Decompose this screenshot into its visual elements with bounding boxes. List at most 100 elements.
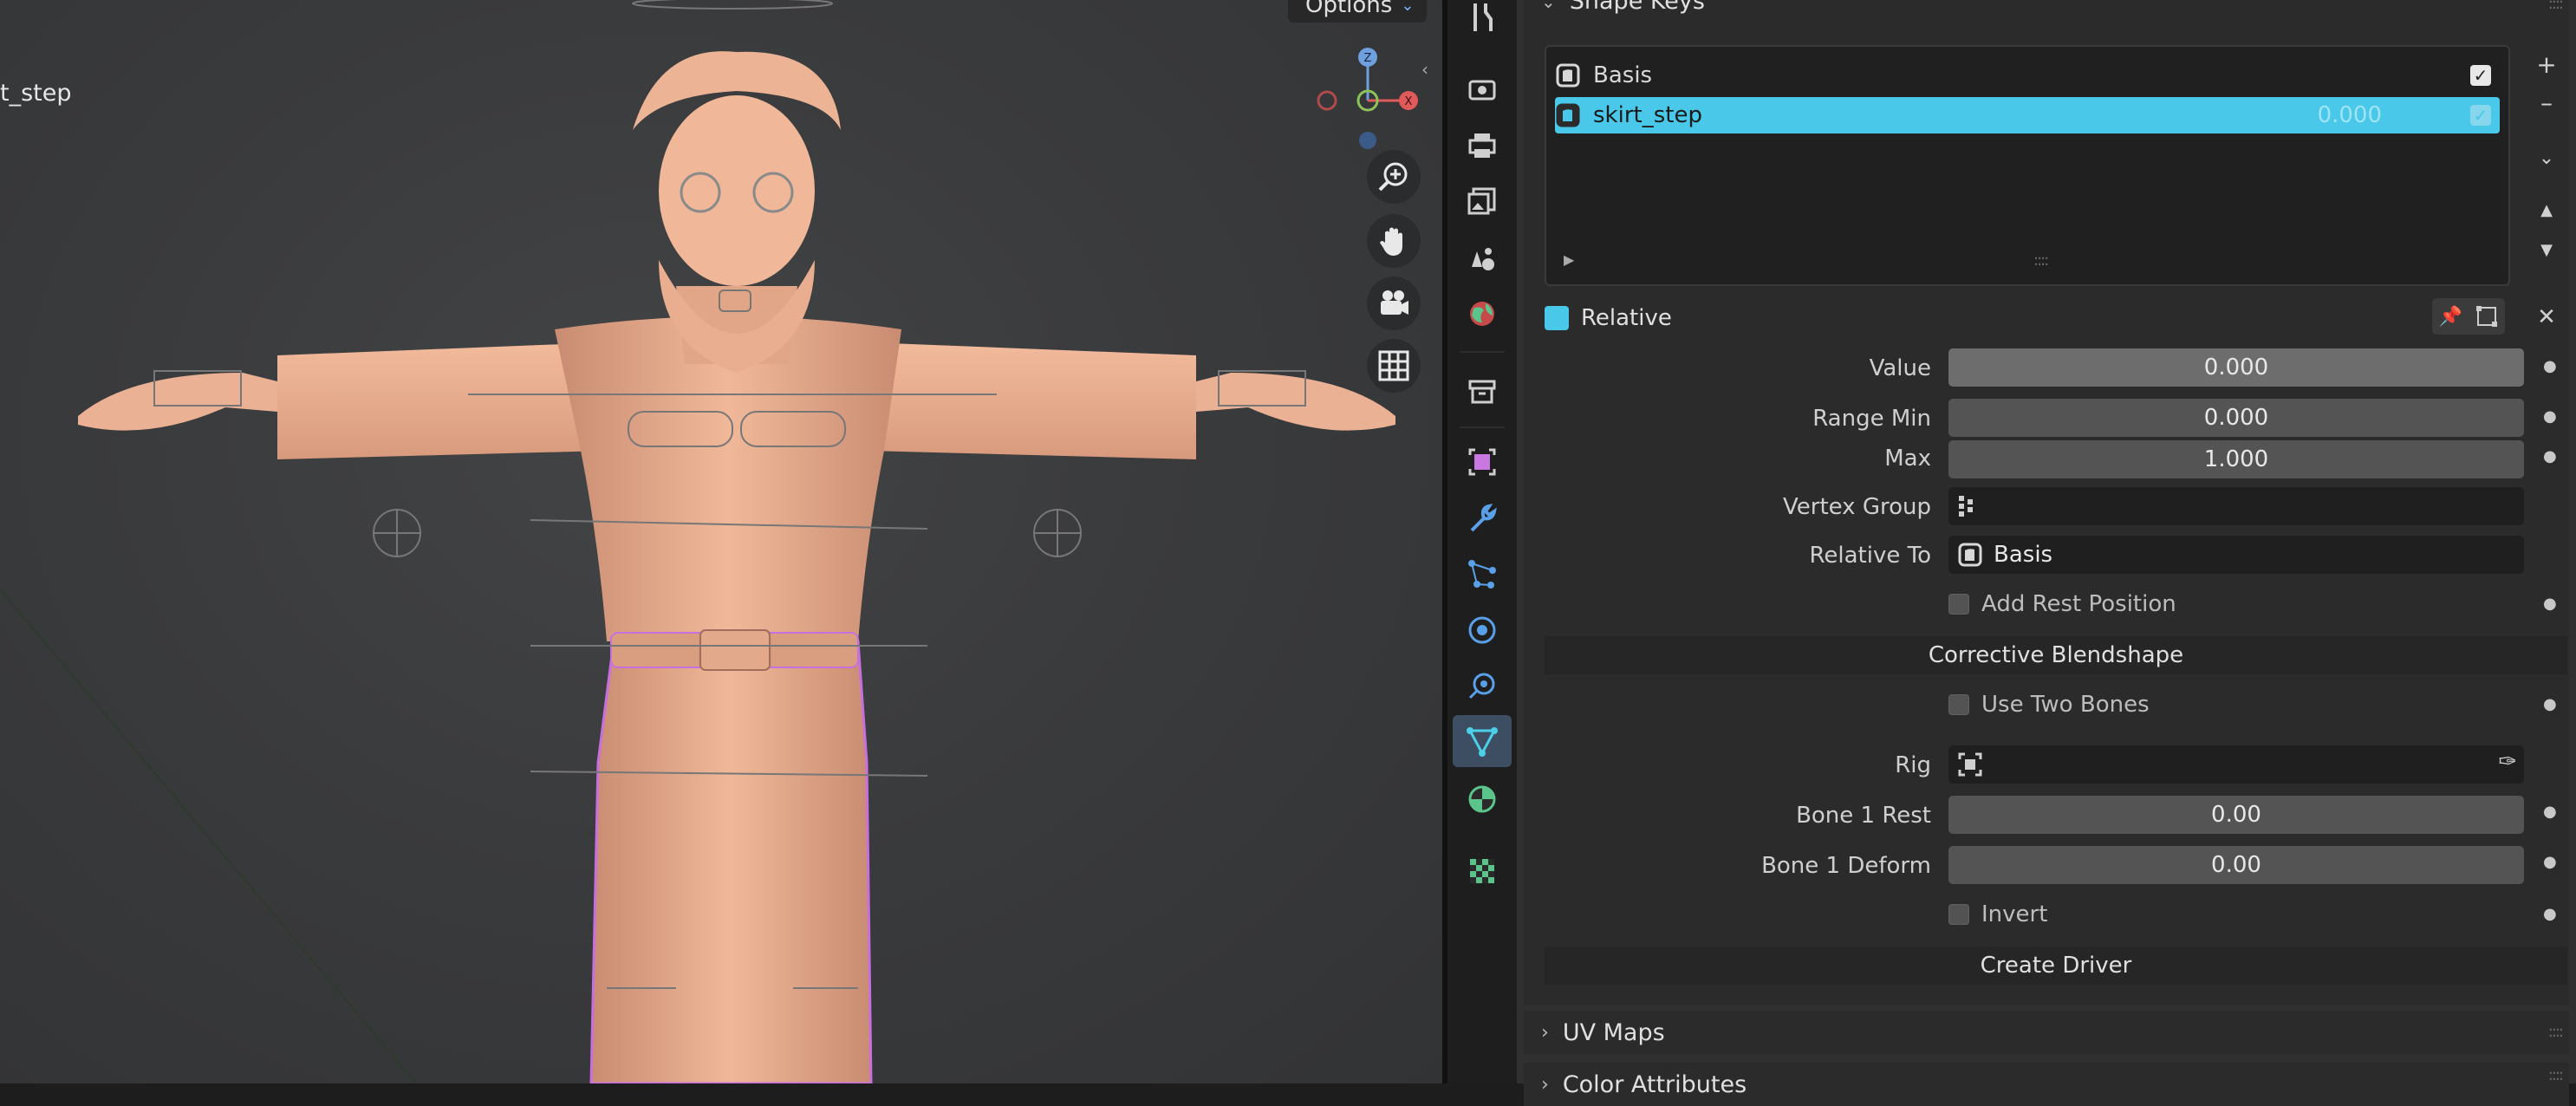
tab-modifiers[interactable] <box>1453 492 1512 544</box>
tab-scene[interactable] <box>1453 232 1512 284</box>
drag-grip-icon[interactable]: :::: <box>2548 1066 2564 1084</box>
relative-to-field[interactable]: Basis <box>1948 536 2524 574</box>
shape-key-value[interactable]: 0.000 <box>2318 102 2382 128</box>
zoom-button[interactable] <box>1367 150 1421 204</box>
box-icon <box>1468 380 1496 404</box>
tab-render[interactable] <box>1453 62 1512 114</box>
invert-option[interactable]: Invert <box>1948 901 2047 927</box>
shape-keys-header[interactable]: ⌄ Shape Keys <box>1541 0 1705 15</box>
character-model <box>0 0 1395 1083</box>
properties-tabs <box>1447 0 1517 1083</box>
wrench-icon <box>1470 504 1497 532</box>
bone1-rest-label: Bone 1 Rest <box>1796 803 1931 829</box>
tab-object[interactable] <box>1453 436 1512 488</box>
max-label: Max <box>1884 446 1931 472</box>
value-slider[interactable]: 0.000 <box>1948 348 2524 387</box>
physics-icon <box>1468 616 1496 644</box>
particles-icon <box>1468 560 1496 589</box>
use-two-bones-option[interactable]: Use Two Bones <box>1948 692 2150 718</box>
relative-to-label: Relative To <box>1809 543 1932 569</box>
list-item-selected[interactable]: skirt_step 0.000 ✓ <box>1555 97 2500 133</box>
hand-icon <box>1380 227 1402 256</box>
keyframe-dot-icon[interactable]: ● <box>2543 447 2557 465</box>
relative-toggle[interactable]: Relative <box>1545 305 1672 331</box>
chevron-right-icon: › <box>1541 1021 1549 1044</box>
add-rest-position-checkbox[interactable] <box>1948 594 1969 615</box>
use-two-bones-label: Use Two Bones <box>1981 692 2150 718</box>
drag-grip-icon[interactable]: :::: <box>2548 0 2564 13</box>
chevron-left-icon[interactable]: ‹ <box>1421 59 1428 80</box>
keyframe-dot-icon[interactable]: ● <box>2543 853 2557 871</box>
axis-gizmo[interactable]: Z X <box>1309 43 1421 156</box>
range-min-field[interactable]: 0.000 <box>1948 399 2524 437</box>
shape-key-name: Basis <box>1593 62 1653 88</box>
vertex-group-label: Vertex Group <box>1783 494 1931 520</box>
keyframe-dot-icon[interactable]: ● <box>2543 357 2557 375</box>
keyframe-dot-icon[interactable]: ● <box>2543 695 2557 713</box>
object-icon <box>1958 752 1982 777</box>
shape-key-list[interactable]: Basis ✓ skirt_step 0.000 ✓ ▶ :::: <box>1545 45 2510 286</box>
tab-world[interactable] <box>1453 288 1512 340</box>
pin-icon[interactable]: 📌 <box>2439 306 2462 328</box>
bone1-deform-field[interactable]: 0.00 <box>1948 846 2524 884</box>
chevron-down-icon: ⌄ <box>1401 0 1415 15</box>
keyframe-dot-icon[interactable]: ● <box>2543 407 2557 426</box>
specials-menu-button[interactable]: ⌄ <box>2529 140 2564 175</box>
tab-texture[interactable] <box>1453 845 1512 897</box>
3d-viewport[interactable]: t_step Options ⌄ ‹ Z X <box>0 0 1442 1083</box>
move-down-button[interactable]: ▼ <box>2529 232 2564 267</box>
remove-shape-key-button[interactable]: – <box>2529 85 2564 120</box>
uv-maps-title: UV Maps <box>1562 1018 1665 1046</box>
options-dropdown[interactable]: Options ⌄ <box>1288 0 1427 23</box>
keyframe-dot-icon[interactable]: ● <box>2543 905 2557 923</box>
add-rest-position-option[interactable]: Add Rest Position <box>1948 591 2176 617</box>
tab-tool[interactable] <box>1453 0 1512 43</box>
zoom-icon <box>1378 162 1408 192</box>
clear-button[interactable]: ✕ <box>2529 300 2564 335</box>
rig-field[interactable]: ✑ <box>1948 745 2524 784</box>
object-label: t_step <box>0 80 72 107</box>
add-shape-key-button[interactable]: + <box>2529 47 2564 81</box>
move-up-button[interactable]: ▲ <box>2529 192 2564 227</box>
keyframe-dot-icon[interactable]: ● <box>2543 803 2557 821</box>
list-item[interactable]: Basis ✓ <box>1555 57 2500 94</box>
camera-view-button[interactable] <box>1367 276 1421 330</box>
tab-constraints[interactable] <box>1453 660 1512 712</box>
use-two-bones-checkbox[interactable] <box>1948 694 1969 715</box>
play-triangle-icon[interactable]: ▶ <box>1564 251 1574 268</box>
vertex-group-field[interactable] <box>1948 487 2524 525</box>
tab-material[interactable] <box>1453 773 1512 825</box>
tab-particles[interactable] <box>1453 548 1512 600</box>
pan-button[interactable] <box>1367 214 1421 268</box>
shape-key-mute-checkbox[interactable]: ✓ <box>2470 65 2491 86</box>
tab-object-data[interactable] <box>1453 715 1512 767</box>
properties-editor: ⌄ Shape Keys :::: Basis ✓ skirt_step 0.0… <box>1517 0 2576 1106</box>
shape-key-mute-checkbox[interactable]: ✓ <box>2470 105 2491 126</box>
shape-key-icon <box>1556 103 1580 127</box>
corrective-blendshape-header[interactable]: Corrective Blendshape <box>1545 636 2567 674</box>
relative-checkbox[interactable] <box>1545 306 1569 330</box>
edit-mode-icon[interactable] <box>2475 305 2498 328</box>
tab-view-layer[interactable] <box>1453 175 1512 227</box>
tab-collection[interactable] <box>1453 364 1512 416</box>
uv-maps-panel[interactable]: › UV Maps :::: <box>1524 1011 2569 1054</box>
value-label: Value <box>1869 355 1931 381</box>
relative-to-value: Basis <box>1994 542 2053 568</box>
ortho-toggle-button[interactable] <box>1367 339 1421 393</box>
tab-output[interactable] <box>1453 120 1512 172</box>
list-resize-grip-icon[interactable]: :::: <box>2033 251 2049 270</box>
color-attributes-panel[interactable]: › Color Attributes :::: <box>1524 1063 2569 1106</box>
triangle-down-icon: ▼ <box>2540 240 2553 259</box>
max-field[interactable]: 1.000 <box>1948 440 2524 478</box>
keyframe-dot-icon[interactable]: ● <box>2543 595 2557 613</box>
minus-icon: – <box>2540 88 2553 117</box>
create-driver-button[interactable]: Create Driver <box>1545 947 2567 985</box>
tab-physics[interactable] <box>1453 604 1512 656</box>
gizmo-x-label: X <box>1405 95 1413 108</box>
invert-checkbox[interactable] <box>1948 904 1969 925</box>
drag-grip-icon[interactable]: :::: <box>2548 1023 2564 1041</box>
gizmo-z-label: Z <box>1364 52 1372 65</box>
bone1-rest-field[interactable]: 0.00 <box>1948 796 2524 834</box>
range-min-label: Range Min <box>1812 406 1931 432</box>
eyedropper-icon[interactable]: ✑ <box>2498 749 2517 775</box>
